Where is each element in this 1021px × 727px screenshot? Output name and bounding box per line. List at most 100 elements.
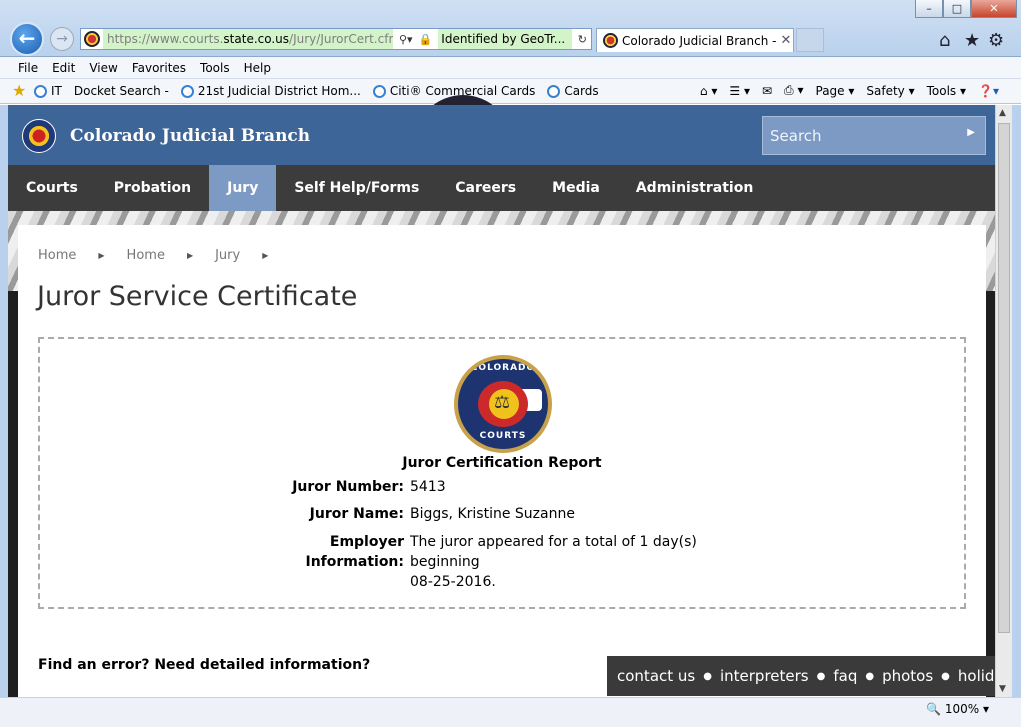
address-bar[interactable]: https://www.courts.state.co.us/Jury/Juro… [80,28,592,50]
maximize-button[interactable]: □ [943,0,971,18]
scroll-up-icon[interactable]: ▲ [999,108,1006,118]
scales-of-justice-icon: ⚖ [494,392,511,413]
link-contact-us[interactable]: contact us [617,667,695,685]
search-icon[interactable]: ⚲▾ [399,33,413,46]
new-tab-button[interactable] [796,28,824,52]
url-text[interactable]: https://www.courts.state.co.us/Jury/Juro… [103,29,393,49]
close-tab-icon[interactable]: ✕ [779,33,793,48]
juror-name-row: Juror Name: Biggs, Kristine Suzanne [230,506,730,522]
juror-number-row: Juror Number: 5413 [230,479,730,495]
breadcrumb-home-2[interactable]: Home [127,248,165,264]
nav-probation[interactable]: Probation [96,165,209,211]
window-frame-left [0,105,8,697]
employer-info-label: Employer Information: [305,534,405,570]
breadcrumb-separator-icon: ▶ [186,251,194,260]
breadcrumb-home[interactable]: Home [38,248,76,264]
nav-jury[interactable]: Jury [209,165,277,211]
print-icon[interactable]: ⎙ ▾ [784,83,803,98]
juror-number-value: 5413 [410,479,446,495]
scroll-down-icon[interactable]: ▼ [999,684,1006,694]
report-title: Juror Certification Report [402,455,602,471]
back-arrow-icon[interactable]: ← [10,22,44,56]
close-window-button[interactable]: ✕ [971,0,1017,18]
rss-icon[interactable]: ☰ ▾ [729,84,750,98]
command-tools[interactable]: Tools ▾ [927,84,966,98]
nav-administration[interactable]: Administration [618,165,771,211]
site-favicon-icon [84,31,100,47]
menu-tools[interactable]: Tools [200,61,230,75]
link-faq[interactable]: faq [833,667,857,685]
employer-info-value: The juror appeared for a total of 1 day(… [410,534,697,590]
command-safety[interactable]: Safety ▾ [866,84,914,98]
ie-page-icon [34,84,47,98]
help-icon[interactable]: ❓▾ [978,84,999,98]
link-interpreters[interactable]: interpreters [720,667,809,685]
site-brand[interactable]: Colorado Judicial Branch [70,126,310,146]
menu-help[interactable]: Help [244,61,271,75]
colorado-courts-seal: COLORADO ⚖ COURTS [454,355,552,453]
seal-text-top: COLORADO [470,363,536,373]
window-controls: – □ ✕ [915,0,1017,18]
site-search: ▶ [762,116,986,155]
status-bar: 🔍 100% ▾ [0,697,1021,727]
nav-self-help-forms[interactable]: Self Help/Forms [276,165,437,211]
colorado-courts-logo[interactable] [22,119,56,153]
seal-text-bottom: COURTS [479,431,527,441]
minimize-button[interactable]: – [915,0,943,18]
command-bar: ⌂ ▾ ☰ ▾ ✉ ⎙ ▾ Page ▾ Safety ▾ Tools ▾ ❓▾ [688,83,999,98]
search-submit-icon[interactable]: ▶ [967,127,975,138]
window-frame-right [1012,105,1021,697]
certificate-identity[interactable]: Identified by GeoTr... [438,29,572,49]
browser-titlebar: – □ ✕ ← → https://www.courts.state.co.us… [0,0,1021,57]
juror-number-label: Juror Number: [292,479,404,495]
help-question: Find an error? Need detailed information… [38,657,371,673]
breadcrumb-separator-icon: ▶ [262,251,269,260]
nav-media[interactable]: Media [534,165,618,211]
nav-courts[interactable]: Courts [8,165,96,211]
favorite-cards[interactable]: Cards [547,84,599,98]
main-content: Home ▶ Home ▶ Jury ▶ Juror Service Certi… [18,225,986,697]
mail-icon[interactable]: ✉ [762,84,772,98]
command-page[interactable]: Page ▾ [816,84,855,98]
menu-edit[interactable]: Edit [52,61,75,75]
breadcrumb: Home ▶ Home ▶ Jury ▶ [38,248,290,264]
link-photos[interactable]: photos [882,667,933,685]
tab-favicon-icon [603,33,618,48]
breadcrumb-jury[interactable]: Jury [215,248,240,264]
site-header: Colorado Judicial Branch ▶ [8,105,995,165]
menu-bar: File Edit View Favorites Tools Help [0,57,1021,79]
page-viewport: Colorado Judicial Branch ▶ Courts Probat… [8,105,995,697]
refresh-icon[interactable]: ↻ [578,33,587,46]
juror-name-label: Juror Name: [309,506,404,522]
scrollbar-thumb[interactable] [998,123,1010,633]
favorite-docket-search[interactable]: Docket Search - [74,84,512,193]
home-icon[interactable]: ⌂ [939,30,950,51]
tab-colorado-judicial[interactable]: Colorado Judicial Branch - J... ✕ [596,28,794,52]
gear-icon[interactable]: ⚙ [988,30,1004,51]
juror-name-value: Biggs, Kristine Suzanne [410,506,575,522]
menu-view[interactable]: View [89,61,117,75]
favorite-21st-district[interactable]: 21st Judicial District Hom... [180,84,361,98]
zoom-level[interactable]: 🔍 100% ▾ [926,702,989,716]
page-title: Juror Service Certificate [37,281,358,312]
ie-page-icon [372,84,386,98]
ie-page-icon [180,84,194,98]
star-icon[interactable]: ★ [964,30,980,51]
tab-title: Colorado Judicial Branch - J... [622,33,779,48]
nav-careers[interactable]: Careers [437,165,534,211]
lock-icon[interactable]: 🔒 [419,33,433,46]
main-navigation: Courts Probation Jury Self Help/Forms Ca… [8,165,995,211]
favorite-it[interactable]: IT [34,84,62,98]
home-icon[interactable]: ⌂ ▾ [700,84,717,98]
vertical-scrollbar[interactable]: ▲ ▼ [995,105,1012,697]
search-input[interactable] [763,117,953,154]
menu-favorites[interactable]: Favorites [132,61,186,75]
certificate-box: COLORADO ⚖ COURTS Juror Certification Re… [38,337,966,609]
link-holidays[interactable]: holidays [958,667,995,685]
favorites-star-icon[interactable]: ★ [12,83,30,99]
employer-info-row: Employer Information: The juror appeared … [230,532,730,592]
footer-quick-links: contact us ● interpreters ● faq ● photos ● h… [607,656,995,696]
ie-page-icon [547,84,561,98]
forward-arrow-icon[interactable]: → [50,27,74,51]
menu-file[interactable]: File [18,61,38,75]
